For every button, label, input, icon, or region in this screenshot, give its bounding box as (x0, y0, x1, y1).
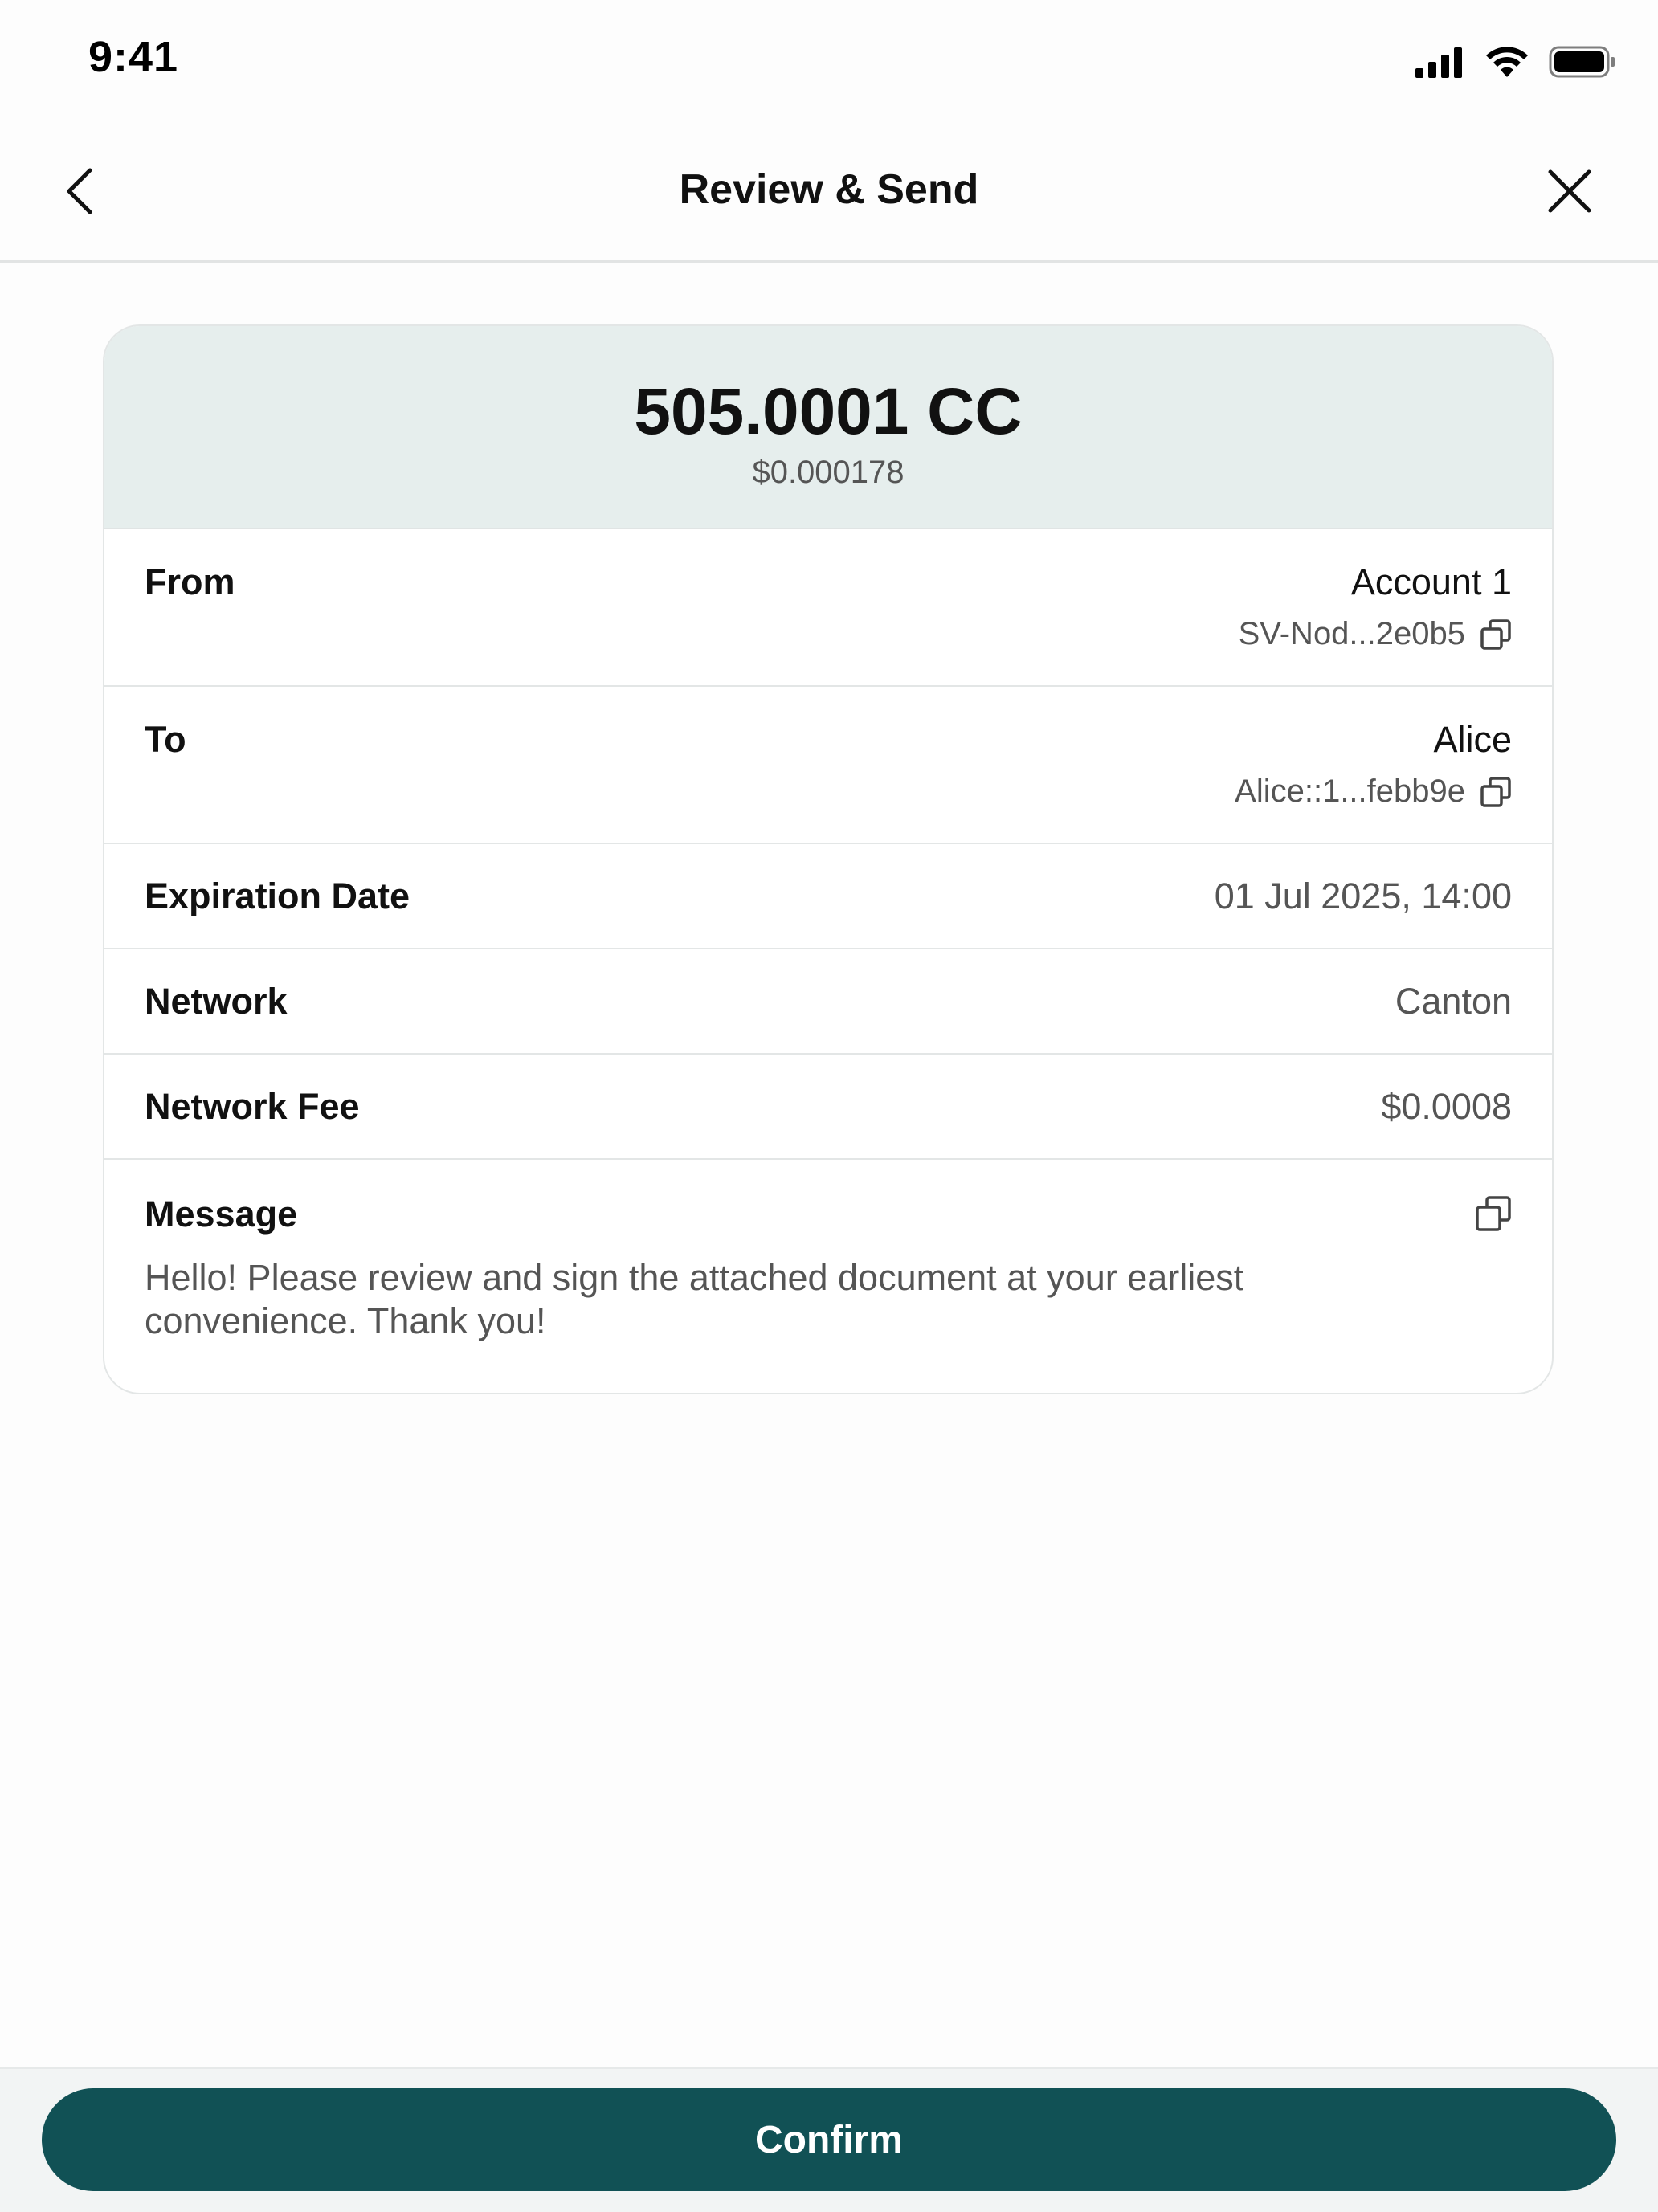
to-party-id: Alice::1...febb9e (1235, 773, 1512, 810)
close-button[interactable] (1547, 169, 1592, 214)
network-row: Network Canton (104, 949, 1552, 1055)
transaction-summary-card: 505.0001 CC $0.000178 From Account 1 SV-… (103, 324, 1554, 1394)
page-title: Review & Send (679, 166, 979, 213)
footer: Confirm (0, 2067, 1658, 2212)
battery-icon (1549, 46, 1615, 78)
status-icons (1414, 42, 1616, 82)
nav-bar: Review & Send (0, 120, 1658, 263)
message-row: Message Hello! Please review and sign th… (104, 1160, 1552, 1393)
signal-icon (1415, 47, 1462, 78)
amount-fiat-value: $0.000178 (752, 455, 905, 490)
expiration-row: Expiration Date 01 Jul 2025, 14:00 (104, 844, 1552, 949)
close-icon (1548, 169, 1591, 213)
wifi-icon (1486, 47, 1528, 77)
from-row: From Account 1 SV-Nod...2e0b5 (104, 529, 1552, 687)
message-text: Hello! Please review and sign the attach… (145, 1257, 1244, 1341)
to-recipient-name: Alice (1433, 719, 1512, 760)
to-row: To Alice Alice::1...febb9e (104, 687, 1552, 844)
status-bar: 9:41 (0, 0, 1658, 120)
copy-icon[interactable] (1480, 618, 1512, 651)
expiration-label: Expiration Date (145, 875, 410, 916)
from-party-id: SV-Nod...2e0b5 (1239, 616, 1512, 652)
amount-header: 505.0001 CC $0.000178 (104, 326, 1552, 529)
expiration-value: 01 Jul 2025, 14:00 (1214, 875, 1512, 916)
copy-icon[interactable] (1480, 776, 1512, 808)
network-value: Canton (1395, 980, 1512, 1022)
from-label: From (145, 561, 235, 602)
network-label: Network (145, 980, 288, 1022)
to-label: To (145, 719, 186, 760)
from-account-name: Account 1 (1350, 561, 1512, 602)
from-party-id-text: SV-Nod...2e0b5 (1238, 616, 1465, 651)
confirm-button[interactable]: Confirm (42, 2088, 1616, 2191)
amount-value: 505.0001 CC (634, 375, 1023, 448)
message-label: Message (145, 1194, 298, 1235)
copy-icon[interactable] (1475, 1195, 1512, 1232)
network-fee-row: Network Fee $0.0008 (104, 1055, 1552, 1160)
status-time: 9:41 (88, 33, 179, 81)
network-fee-label: Network Fee (145, 1085, 360, 1127)
to-party-id-text: Alice::1...febb9e (1235, 773, 1465, 809)
network-fee-value: $0.0008 (1381, 1085, 1512, 1127)
